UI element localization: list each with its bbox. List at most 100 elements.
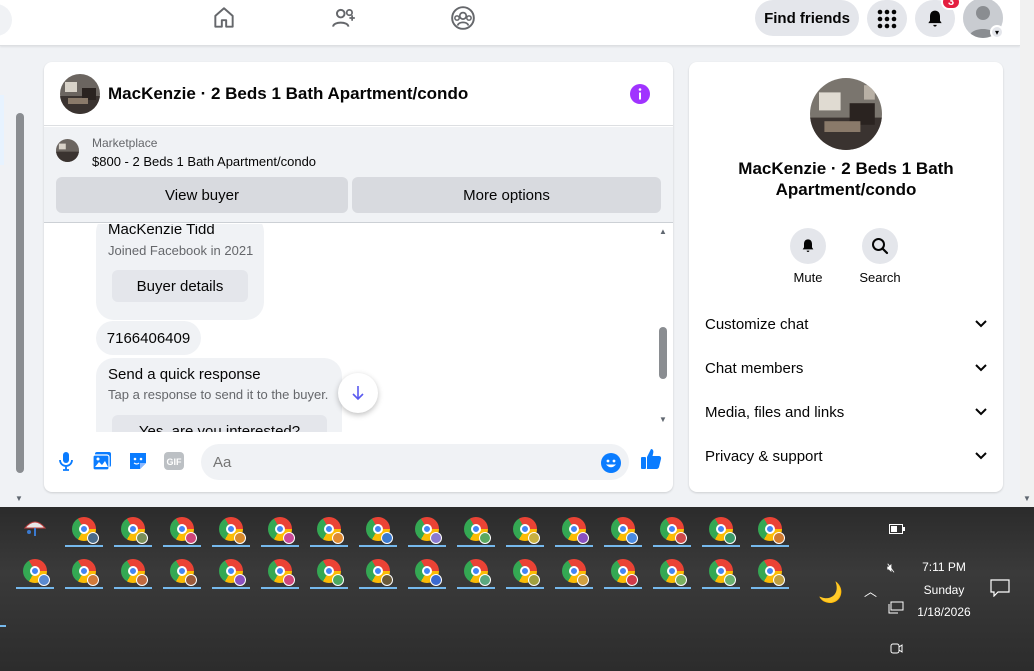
running-indicator xyxy=(163,545,201,547)
chrome-profile-taskbar-button[interactable] xyxy=(408,511,446,547)
chrome-profile-taskbar-button[interactable] xyxy=(16,553,54,589)
left-scrollbar-thumb[interactable] xyxy=(16,113,24,473)
profile-avatar-icon xyxy=(185,532,197,544)
sticker-icon[interactable] xyxy=(127,450,149,472)
info-icon[interactable] xyxy=(630,84,650,104)
chrome-profile-taskbar-button[interactable] xyxy=(359,511,397,547)
chrome-icon xyxy=(72,559,99,586)
listing-thumbnail[interactable] xyxy=(56,139,79,162)
page-scroll-down-arrow[interactable]: ▼ xyxy=(1023,494,1031,503)
chrome-icon xyxy=(758,517,785,544)
microphone-icon[interactable] xyxy=(55,450,77,472)
chrome-profile-taskbar-button[interactable] xyxy=(114,553,152,589)
action-center-icon[interactable] xyxy=(990,579,1010,600)
chrome-profile-taskbar-button[interactable] xyxy=(310,553,348,589)
privacy-support-section[interactable]: Privacy & support xyxy=(697,436,995,476)
photo-icon[interactable] xyxy=(91,450,113,472)
profile-avatar-icon xyxy=(381,532,393,544)
chrome-profile-taskbar-button[interactable] xyxy=(653,553,691,589)
chrome-profile-taskbar-button[interactable] xyxy=(163,511,201,547)
chrome-profile-taskbar-button[interactable] xyxy=(359,553,397,589)
running-indicator xyxy=(359,545,397,547)
chrome-profile-taskbar-button[interactable] xyxy=(751,511,789,547)
emoji-icon[interactable] xyxy=(601,453,621,473)
running-indicator xyxy=(212,545,250,547)
left-scroll-down-arrow[interactable]: ▼ xyxy=(15,494,23,503)
chrome-profile-taskbar-button[interactable] xyxy=(604,511,642,547)
chrome-profile-taskbar-button[interactable] xyxy=(408,553,446,589)
listing-title[interactable]: $800 - 2 Beds 1 Bath Apartment/condo xyxy=(92,154,316,169)
chrome-profile-taskbar-button[interactable] xyxy=(212,553,250,589)
find-friends-button[interactable]: Find friends xyxy=(755,0,859,36)
moon-icon[interactable]: 🌙 xyxy=(818,580,843,605)
customize-chat-section[interactable]: Customize chat xyxy=(697,304,995,344)
chrome-profile-taskbar-button[interactable] xyxy=(604,553,642,589)
clock-time[interactable]: 7:11 PM xyxy=(910,560,978,574)
thumbs-up-icon[interactable] xyxy=(640,448,662,470)
chrome-profile-taskbar-button[interactable] xyxy=(506,511,544,547)
chrome-profile-taskbar-button[interactable] xyxy=(114,511,152,547)
chrome-profile-taskbar-button[interactable] xyxy=(702,511,740,547)
app-taskbar-button[interactable] xyxy=(16,511,54,547)
chrome-profile-taskbar-button[interactable] xyxy=(702,553,740,589)
chrome-profile-taskbar-button[interactable] xyxy=(457,511,495,547)
chrome-profile-taskbar-button[interactable] xyxy=(555,511,593,547)
search-pill-edge[interactable] xyxy=(0,4,12,36)
chrome-icon xyxy=(611,517,638,544)
info-avatar[interactable] xyxy=(810,78,882,150)
chrome-profile-taskbar-button[interactable] xyxy=(212,511,250,547)
top-nav: Find friends 3 ▾ xyxy=(0,0,1020,46)
search-action[interactable]: Search xyxy=(850,228,910,285)
chrome-profile-taskbar-button[interactable] xyxy=(261,511,299,547)
groups-icon[interactable] xyxy=(448,3,478,33)
running-indicator xyxy=(653,587,691,589)
chrome-profile-taskbar-button[interactable] xyxy=(506,553,544,589)
bell-icon xyxy=(790,228,826,264)
chrome-profile-taskbar-button[interactable] xyxy=(457,553,495,589)
running-indicator xyxy=(408,545,446,547)
chrome-icon xyxy=(366,517,393,544)
media-files-links-section[interactable]: Media, files and links xyxy=(697,392,995,432)
chrome-icon xyxy=(23,559,50,586)
view-buyer-button[interactable]: View buyer xyxy=(56,177,348,213)
quick-response-option[interactable]: Yes, are you interested? xyxy=(112,415,327,432)
grid-icon xyxy=(877,9,897,28)
chrome-profile-taskbar-button[interactable] xyxy=(163,553,201,589)
chat-members-section[interactable]: Chat members xyxy=(697,348,995,388)
menu-grid-button[interactable] xyxy=(867,0,907,37)
chevron-down-icon[interactable]: ▾ xyxy=(990,25,1004,39)
chevron-up-icon[interactable]: ︿ xyxy=(864,581,877,600)
gif-icon[interactable]: GIF xyxy=(163,450,185,472)
chrome-icon xyxy=(170,559,197,586)
battery-icon[interactable] xyxy=(889,521,905,537)
chrome-profile-taskbar-button[interactable] xyxy=(65,553,103,589)
page-scrollbar[interactable] xyxy=(1020,0,1034,507)
quick-response-title: Send a quick response xyxy=(108,366,261,383)
running-indicator xyxy=(555,587,593,589)
message-scrollbar-thumb[interactable] xyxy=(659,327,667,379)
network-icon[interactable] xyxy=(888,601,904,618)
volume-muted-icon[interactable]: 🔇︎ xyxy=(887,560,895,576)
profile-avatar-icon xyxy=(87,532,99,544)
buyer-details-button[interactable]: Buyer details xyxy=(112,270,248,302)
chrome-profile-taskbar-button[interactable] xyxy=(65,511,103,547)
mute-action[interactable]: Mute xyxy=(778,228,838,285)
notification-badge: 3 xyxy=(941,0,961,10)
chrome-profile-taskbar-button[interactable] xyxy=(310,511,348,547)
message-scroll-down-arrow[interactable]: ▼ xyxy=(659,415,667,424)
chrome-profile-taskbar-button[interactable] xyxy=(555,553,593,589)
quick-response-card: Send a quick response Tap a response to … xyxy=(96,358,342,432)
clock-date[interactable]: 1/18/2026 xyxy=(906,605,982,619)
more-options-button[interactable]: More options xyxy=(352,177,661,213)
chrome-profile-taskbar-button[interactable] xyxy=(653,511,691,547)
home-icon[interactable] xyxy=(209,3,239,33)
message-input[interactable] xyxy=(201,444,629,480)
chrome-profile-taskbar-button[interactable] xyxy=(751,553,789,589)
friends-icon[interactable] xyxy=(329,3,359,33)
chrome-profile-taskbar-button[interactable] xyxy=(261,553,299,589)
clock-day[interactable]: Sunday xyxy=(910,583,978,597)
meet-now-icon[interactable] xyxy=(889,641,903,658)
message-scroll-up-arrow[interactable]: ▲ xyxy=(659,227,667,236)
scroll-to-bottom-button[interactable] xyxy=(338,373,378,413)
chat-avatar[interactable] xyxy=(60,74,100,114)
